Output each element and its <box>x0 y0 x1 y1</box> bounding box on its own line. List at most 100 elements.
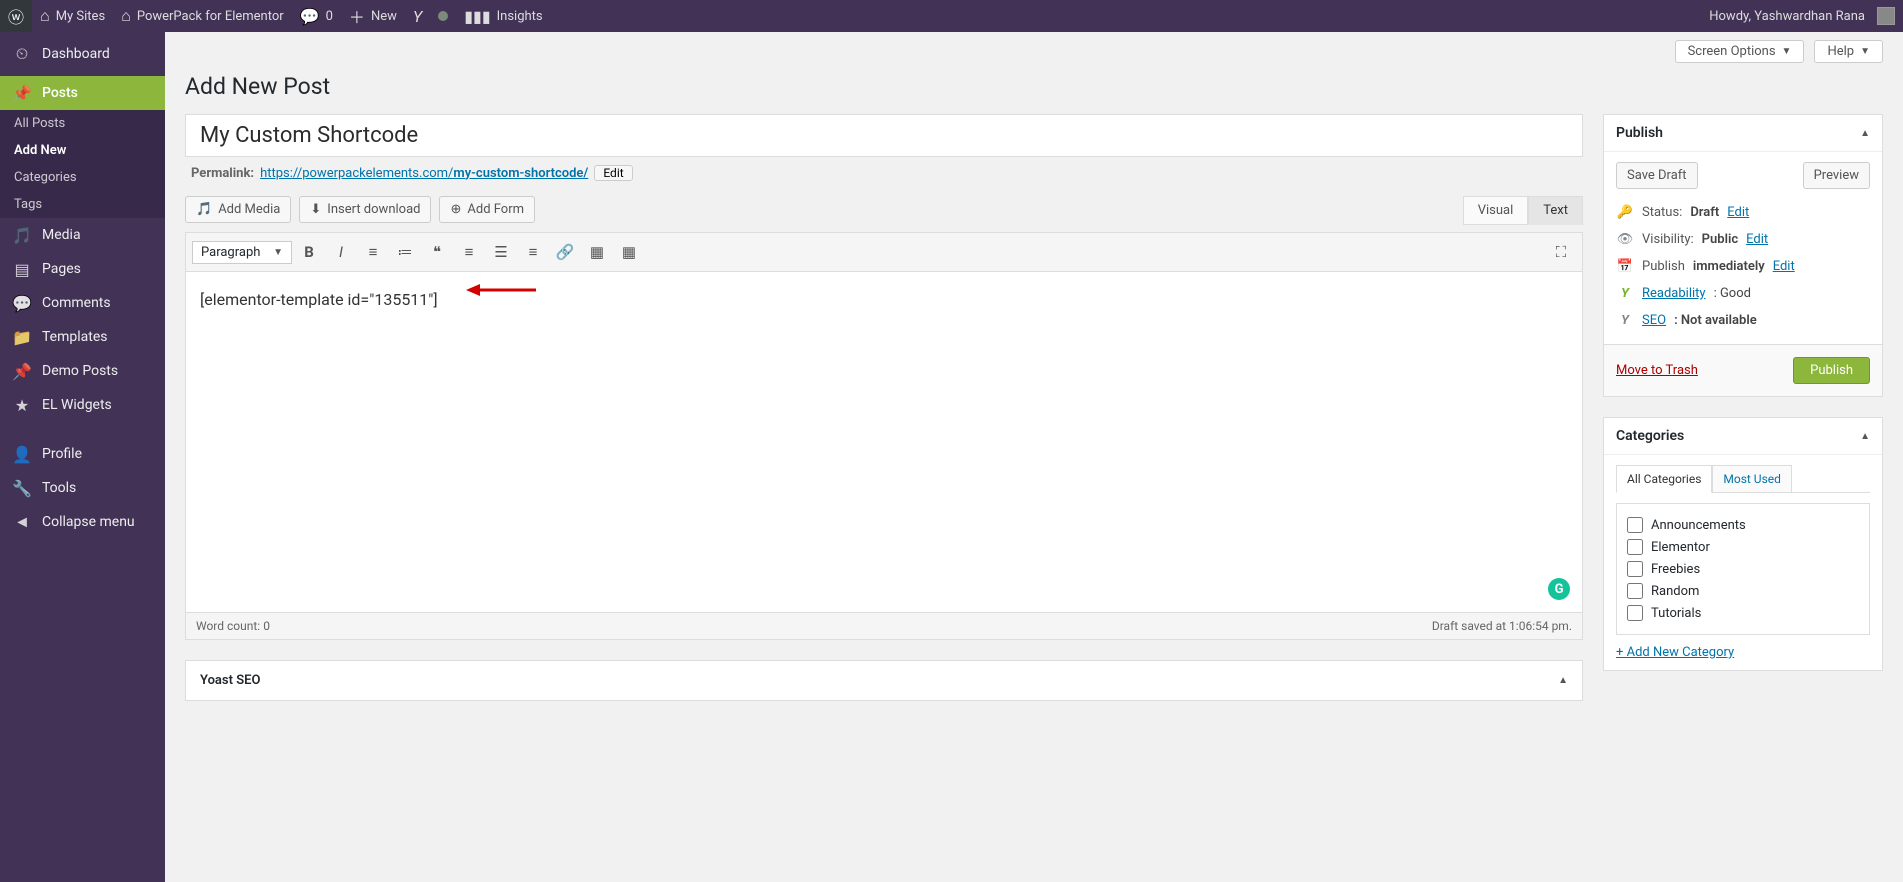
category-item[interactable]: Random <box>1627 580 1859 602</box>
edit-schedule-link[interactable]: Edit <box>1773 259 1795 274</box>
page-title: Add New Post <box>185 73 1883 100</box>
bold-button[interactable]: B <box>294 237 324 267</box>
comment-icon: 💬 <box>300 7 320 26</box>
category-item[interactable]: Announcements <box>1627 514 1859 536</box>
permalink-label: Permalink: <box>191 166 254 181</box>
yoast-header[interactable]: Yoast SEO ▲ <box>186 661 1582 700</box>
tab-visual[interactable]: Visual <box>1463 196 1529 225</box>
menu-posts[interactable]: 📌Posts <box>0 76 165 110</box>
category-item[interactable]: Elementor <box>1627 536 1859 558</box>
tab-most-used[interactable]: Most Used <box>1712 465 1792 493</box>
toolbar-toggle-button[interactable]: ▦ <box>614 237 644 267</box>
label: Media <box>42 227 81 243</box>
tab-text[interactable]: Text <box>1528 196 1583 225</box>
seo-link[interactable]: SEO <box>1642 313 1666 328</box>
align-right-button[interactable]: ≡ <box>518 237 548 267</box>
align-center-button[interactable]: ☰ <box>486 237 516 267</box>
label: Pages <box>42 261 81 277</box>
menu-profile[interactable]: 👤Profile <box>0 437 165 471</box>
screen-options-button[interactable]: Screen Options▼ <box>1675 40 1805 63</box>
visibility-row: 👁Visibility: Public Edit <box>1616 226 1870 253</box>
publish-header[interactable]: Publish▲ <box>1604 115 1882 152</box>
align-left-button[interactable]: ≡ <box>454 237 484 267</box>
category-checkbox[interactable] <box>1627 517 1643 533</box>
plus-icon: ＋ <box>349 4 365 28</box>
sub-all-posts[interactable]: All Posts <box>0 110 165 137</box>
post-title-input[interactable] <box>186 115 1582 156</box>
admin-sidebar: ⏲Dashboard 📌Posts All Posts Add New Cate… <box>0 32 165 882</box>
editor-box: Paragraph▼ B I ≡ ≔ ❝ ≡ ☰ ≡ 🔗 ▦ ▦ ⛶ <box>185 232 1583 640</box>
value: : Good <box>1714 286 1751 301</box>
bullet-list-button[interactable]: ≡ <box>358 237 388 267</box>
category-checkbox[interactable] <box>1627 605 1643 621</box>
add-category-link[interactable]: + Add New Category <box>1616 645 1734 660</box>
new-content[interactable]: ＋New <box>341 0 405 32</box>
editor-content[interactable]: [elementor-template id="135511"] G <box>186 272 1582 612</box>
category-checkbox[interactable] <box>1627 561 1643 577</box>
my-account[interactable]: Howdy, Yashwardhan Rana <box>1701 0 1903 32</box>
readability-row: YReadability: Good <box>1616 280 1870 307</box>
my-sites[interactable]: ⌂My Sites <box>32 0 113 32</box>
menu-comments[interactable]: 💬Comments <box>0 286 165 320</box>
link-button[interactable]: 🔗 <box>550 237 580 267</box>
menu-pages[interactable]: ▤Pages <box>0 252 165 286</box>
menu-demo-posts[interactable]: 📌Demo Posts <box>0 354 165 388</box>
admin-bar: ⓦ ⌂My Sites ⌂PowerPack for Elementor 💬0 … <box>0 0 1903 32</box>
comments-bubble[interactable]: 💬0 <box>292 0 341 32</box>
label: Add Media <box>218 202 280 217</box>
menu-collapse[interactable]: ◄Collapse menu <box>0 505 165 539</box>
menu-media[interactable]: 🎵Media <box>0 218 165 252</box>
publish-button[interactable]: Publish <box>1793 357 1870 384</box>
label: Tools <box>42 480 76 496</box>
format-select[interactable]: Paragraph▼ <box>192 241 292 264</box>
category-checkbox[interactable] <box>1627 539 1643 555</box>
yoast-indicator[interactable]: Y <box>405 0 430 32</box>
readmore-button[interactable]: ▦ <box>582 237 612 267</box>
sub-categories[interactable]: Categories <box>0 164 165 191</box>
quote-button[interactable]: ❝ <box>422 237 452 267</box>
pin-icon: 📌 <box>12 84 32 103</box>
category-item[interactable]: Freebies <box>1627 558 1859 580</box>
comments-count: 0 <box>326 9 333 24</box>
readability-link[interactable]: Readability <box>1642 286 1706 301</box>
schedule-row: 📅Publish immediately Edit <box>1616 253 1870 280</box>
sub-tags[interactable]: Tags <box>0 191 165 218</box>
category-checkbox[interactable] <box>1627 583 1643 599</box>
edit-status-link[interactable]: Edit <box>1727 205 1749 220</box>
move-to-trash-link[interactable]: Move to Trash <box>1616 363 1698 378</box>
permalink-base: https://powerpackelements.com/ <box>260 166 453 181</box>
edit-visibility-link[interactable]: Edit <box>1746 232 1768 247</box>
permalink-slug: my-custom-shortcode/ <box>453 166 588 181</box>
menu-dashboard[interactable]: ⏲Dashboard <box>0 32 165 76</box>
menu-templates[interactable]: 📁Templates <box>0 320 165 354</box>
help-button[interactable]: Help▼ <box>1814 40 1883 63</box>
wrench-icon: 🔧 <box>12 479 32 498</box>
menu-el-widgets[interactable]: ★EL Widgets <box>0 388 165 422</box>
preview-button[interactable]: Preview <box>1803 162 1870 189</box>
add-form-button[interactable]: ⊕Add Form <box>439 196 535 223</box>
insights[interactable]: ▮▮▮Insights <box>456 0 550 32</box>
tab-all-categories[interactable]: All Categories <box>1616 465 1712 493</box>
menu-tools[interactable]: 🔧 Tools <box>0 471 165 505</box>
howdy-label: Howdy, Yashwardhan Rana <box>1709 9 1865 24</box>
calendar-icon: 📅 <box>1616 259 1634 274</box>
edit-slug-button[interactable]: Edit <box>594 165 632 181</box>
site-name[interactable]: ⌂PowerPack for Elementor <box>113 0 292 32</box>
home-icon: ⌂ <box>121 6 131 26</box>
add-media-button[interactable]: 🎵Add Media <box>185 196 291 223</box>
label: Dashboard <box>42 46 110 62</box>
grammarly-icon[interactable]: G <box>1548 578 1570 600</box>
permalink-link[interactable]: https://powerpackelements.com/my-custom-… <box>260 166 588 181</box>
wp-logo[interactable]: ⓦ <box>0 0 32 32</box>
fullscreen-button[interactable]: ⛶ <box>1546 237 1576 267</box>
save-draft-button[interactable]: Save Draft <box>1616 162 1698 189</box>
status-dot[interactable] <box>430 0 456 32</box>
italic-button[interactable]: I <box>326 237 356 267</box>
sub-add-new[interactable]: Add New <box>0 137 165 164</box>
plus-icon: ⊕ <box>450 202 461 217</box>
categories-header[interactable]: Categories▲ <box>1604 418 1882 455</box>
insert-download-button[interactable]: ⬇Insert download <box>299 196 431 223</box>
collapse-icon: ◄ <box>12 512 32 532</box>
category-item[interactable]: Tutorials <box>1627 602 1859 624</box>
number-list-button[interactable]: ≔ <box>390 237 420 267</box>
